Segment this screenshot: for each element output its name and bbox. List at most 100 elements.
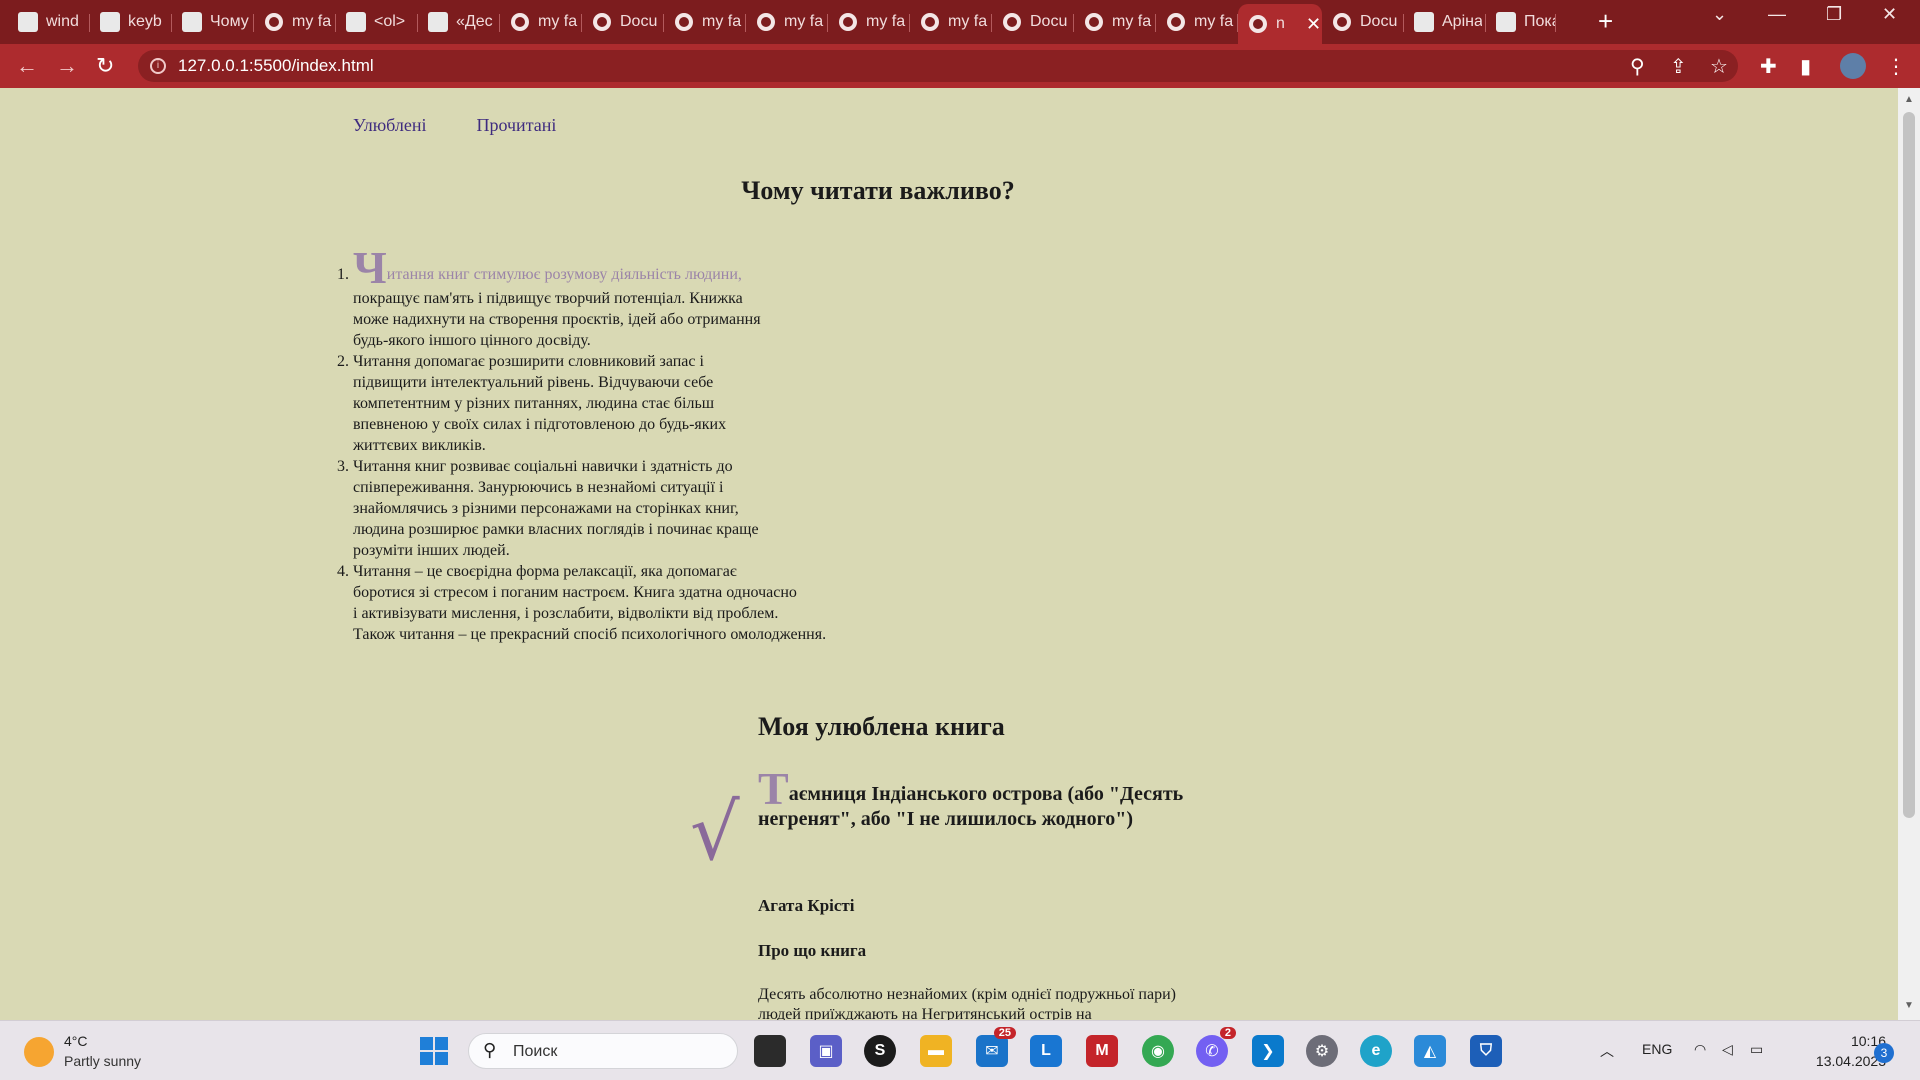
notification-badge[interactable]: 3 — [1874, 1043, 1894, 1063]
photos-icon[interactable]: ◭ — [1414, 1035, 1446, 1067]
language-indicator[interactable]: ENG — [1642, 1041, 1672, 1057]
chrome-icon[interactable]: ◉ — [1142, 1035, 1174, 1067]
battery-icon[interactable]: ▭ — [1750, 1041, 1763, 1058]
browser-tab[interactable]: Docu — [582, 4, 664, 40]
nav-link-read[interactable]: Прочитані — [476, 115, 556, 135]
scroll-down-icon[interactable]: ▼ — [1904, 1000, 1914, 1011]
scrollbar-thumb[interactable] — [1903, 112, 1915, 818]
teams-icon[interactable]: ▣ — [810, 1035, 842, 1067]
reason-line: будь-якого іншого цінного досвіду. — [353, 332, 591, 349]
forward-icon[interactable]: → — [56, 53, 78, 79]
tab-title: wind — [46, 13, 79, 30]
volume-icon[interactable]: ◁ — [1722, 1041, 1733, 1058]
reason-line: покращує пам'ять і підвищує творчий поте… — [353, 290, 743, 307]
bookmark-star-icon[interactable]: ☆ — [1710, 54, 1728, 79]
viber-icon[interactable]: ✆ 2 — [1196, 1027, 1236, 1067]
page-viewport: Улюблені Прочитані Чому читати важливо? … — [0, 88, 1898, 1020]
drop-cap: Ч — [353, 242, 387, 293]
browser-tab[interactable]: my fa — [828, 4, 910, 40]
tab-title: my fa — [948, 13, 988, 30]
browser-tab[interactable]: <ol> — [336, 4, 418, 40]
browser-tab[interactable]: my fa — [910, 4, 992, 40]
browser-tab[interactable]: my fa — [1156, 4, 1238, 40]
browser-tab[interactable]: keyb — [90, 4, 172, 40]
browser-tab[interactable]: my fa — [500, 4, 582, 40]
browser-tab[interactable]: wind — [8, 4, 90, 40]
weather-temp[interactable]: 4°C — [64, 1033, 88, 1049]
settings-icon[interactable]: ⚙ — [1306, 1035, 1338, 1067]
first-line-text: итання книг стимулює розумову діяльність… — [386, 266, 742, 283]
browser-tab[interactable]: my fa — [1074, 4, 1156, 40]
new-tab-button[interactable]: + — [1598, 6, 1613, 37]
start-button[interactable] — [420, 1037, 448, 1065]
clock-date[interactable]: 13.04.2023 — [1790, 1053, 1886, 1069]
zoom-icon[interactable]: ⚲ — [1630, 54, 1645, 79]
reason-line: впевненою у своїх силах і підготовленою … — [353, 416, 727, 433]
extensions-icon[interactable]: ✚ — [1760, 54, 1777, 79]
globe-icon — [264, 12, 284, 32]
share-icon[interactable]: ⇪ — [1670, 54, 1687, 79]
wifi-icon[interactable]: ◠ — [1694, 1041, 1706, 1058]
browser-tab[interactable]: my fa — [746, 4, 828, 40]
book-title-text: аємниця Індіанського острова (або "Десят… — [758, 783, 1184, 830]
skype-icon[interactable]: S — [864, 1035, 896, 1067]
reason-line: може надихнути на створення проєктів, ід… — [353, 311, 761, 328]
nav-link-favorites[interactable]: Улюблені — [353, 115, 426, 135]
edge-icon[interactable]: e — [1360, 1035, 1392, 1067]
mcafee-icon[interactable]: M — [1086, 1035, 1118, 1067]
close-window-icon[interactable]: ✕ — [1882, 4, 1897, 25]
reload-icon[interactable]: ↻ — [96, 53, 114, 79]
globe-icon — [1166, 12, 1186, 32]
tab-title: Аріна — [1442, 13, 1482, 30]
browser-tab[interactable]: Чому — [172, 4, 254, 40]
browser-tab[interactable]: Аріна — [1404, 4, 1486, 40]
reason-line: підвищити інтелектуальний рівень. Відчув… — [353, 374, 714, 391]
address-bar[interactable]: i 127.0.0.1:5500/index.html — [138, 50, 1738, 82]
page-scrollbar[interactable]: ▲ ▼ — [1898, 88, 1920, 1020]
viber-badge: 2 — [1219, 1027, 1236, 1039]
book-author: Агата Крісті — [758, 896, 855, 915]
browser-tab[interactable]: my fa — [664, 4, 746, 40]
weather-icon[interactable] — [24, 1037, 54, 1067]
tab-title: my fa — [1194, 13, 1234, 30]
reason-line: життєвих викликів. — [353, 437, 486, 454]
weather-desc[interactable]: Partly sunny — [64, 1053, 141, 1069]
tab-search-icon[interactable]: ⌄ — [1712, 4, 1727, 25]
tab-title: Пока — [1524, 13, 1556, 30]
reason-line: знайомлячись з різними персонажами на ст… — [353, 500, 739, 517]
tab-title: Docu — [1360, 13, 1398, 30]
mail-icon[interactable]: ✉ 25 — [976, 1027, 1016, 1067]
globe-icon — [1002, 12, 1022, 32]
restore-icon[interactable]: ❐ — [1826, 4, 1842, 25]
side-panel-icon[interactable]: ▮ — [1800, 54, 1811, 79]
browser-tab[interactable]: my fa — [254, 4, 336, 40]
browser-tab[interactable]: Docu — [992, 4, 1074, 40]
url-text[interactable]: 127.0.0.1:5500/index.html — [178, 56, 374, 76]
menu-icon[interactable]: ⋮ — [1886, 54, 1906, 79]
back-icon[interactable]: ← — [16, 53, 38, 79]
tab-title: my fa — [1112, 13, 1152, 30]
reason-line: боротися зі стресом і поганим настроєм. … — [353, 584, 797, 601]
close-tab-icon[interactable]: ✕ — [1306, 14, 1321, 35]
defender-icon[interactable]: ⛉ — [1470, 1035, 1502, 1067]
taskbar: 4°C Partly sunny ⚲ Поиск ▣ S ▬ ✉ 25 L M ◉… — [0, 1020, 1920, 1080]
globe-icon — [592, 12, 612, 32]
site-info-icon[interactable]: i — [150, 58, 166, 74]
reasons-list: Читання книг стимулює розумову діяльніст… — [353, 245, 913, 645]
browser-tab[interactable]: Docu — [1322, 4, 1404, 40]
taskbar-search[interactable]: ⚲ Поиск — [468, 1033, 738, 1069]
browser-tab[interactable]: n ✕ — [1238, 4, 1322, 44]
task-view-icon[interactable] — [754, 1035, 786, 1067]
scroll-up-icon[interactable]: ▲ — [1904, 94, 1914, 105]
reason-line: Читання допомагає розширити словниковий … — [353, 353, 704, 370]
minimize-icon[interactable]: — — [1768, 4, 1786, 25]
browser-tab[interactable]: Пока — [1486, 4, 1556, 40]
vscode-icon[interactable]: ❯ — [1252, 1035, 1284, 1067]
l-app-icon[interactable]: L — [1030, 1035, 1062, 1067]
profile-avatar[interactable] — [1840, 53, 1866, 79]
explorer-icon[interactable]: ▬ — [920, 1035, 952, 1067]
favorite-book-heading: Моя улюблена книга — [758, 712, 1005, 741]
tray-chevron-icon[interactable]: ︿ — [1600, 1041, 1614, 1061]
browser-tab[interactable]: «Дес — [418, 4, 500, 40]
bird-icon — [182, 12, 202, 32]
